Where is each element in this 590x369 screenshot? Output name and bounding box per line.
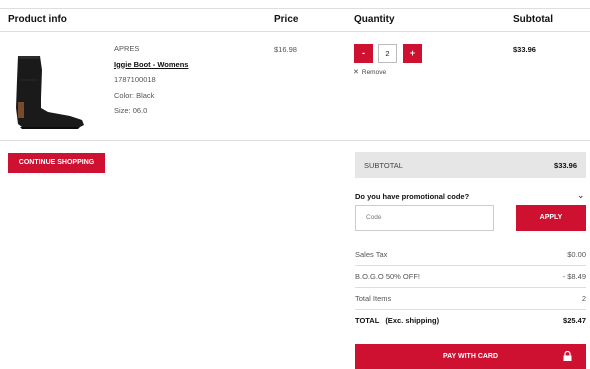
summary-row-label: Sales Tax xyxy=(355,250,388,259)
product-image[interactable] xyxy=(8,50,92,130)
quantity-input[interactable]: 2 xyxy=(378,44,397,63)
pay-label: PAY WITH CARD xyxy=(442,353,499,360)
pay-with-card-button[interactable]: PAY WITH CARD xyxy=(355,344,586,369)
product-price: $16.98 xyxy=(274,45,297,54)
remove-label: Remove xyxy=(361,69,387,76)
total-label: TOTAL xyxy=(355,316,380,325)
total-label-group: TOTAL (Exc. shipping) xyxy=(355,316,439,325)
subtotal-label: SUBTOTAL xyxy=(364,161,403,170)
summary-row-value: $0.00 xyxy=(567,250,586,259)
product-name-link[interactable]: Iggie Boot - Womens xyxy=(114,60,188,76)
product-sku: 1787100018 xyxy=(114,75,156,84)
subtotal-box: SUBTOTAL $33.96 xyxy=(355,152,586,178)
product-details: APRES Iggie Boot - Womens 1787100018 Col… xyxy=(114,44,188,122)
chevron-down-icon[interactable]: ⌄ xyxy=(577,190,585,201)
summary-row-value: - $8.49 xyxy=(562,272,586,281)
cart-table-header: Product info Price Quantity Subtotal xyxy=(0,8,590,32)
decrease-quantity-button[interactable]: - xyxy=(354,44,373,63)
subtotal-value: $33.96 xyxy=(554,161,577,170)
promo-code-input[interactable]: Code xyxy=(355,205,494,231)
summary-row-value: 2 xyxy=(581,294,586,303)
section-divider xyxy=(0,140,590,141)
close-icon: ✕ xyxy=(353,69,359,76)
summary-row-label: Total Items xyxy=(355,294,392,303)
line-subtotal: $33.96 xyxy=(513,45,536,54)
product-size: Size: 06.0 xyxy=(114,106,148,115)
promo-code-toggle[interactable]: Do you have promotional code? xyxy=(355,192,469,201)
header-price: Price xyxy=(274,14,299,25)
total-value: $25.47 xyxy=(563,316,586,325)
header-subtotal: Subtotal xyxy=(513,14,553,25)
header-product-info: Product info xyxy=(8,14,67,25)
product-brand: APRES xyxy=(114,44,140,53)
continue-shopping-button[interactable]: CONTINUE SHOPPING xyxy=(8,153,105,173)
summary-row-total: TOTAL (Exc. shipping) $25.47 xyxy=(355,310,586,332)
increase-quantity-button[interactable]: + xyxy=(403,44,422,63)
header-quantity: Quantity xyxy=(354,14,395,25)
summary-row-label: B.O.G.O 50% OFF! xyxy=(355,272,421,281)
product-color: Color: Black xyxy=(114,90,155,100)
summary-row-discount: B.O.G.O 50% OFF! - $8.49 xyxy=(355,266,586,288)
apply-code-button[interactable]: APPLY xyxy=(516,205,586,231)
summary-row-total-items: Total Items 2 xyxy=(355,288,586,310)
total-note: (Exc. shipping) xyxy=(385,316,440,325)
summary-row-sales-tax: Sales Tax $0.00 xyxy=(355,244,586,266)
remove-item-link[interactable]: ✕ Remove xyxy=(353,68,386,76)
lock-icon xyxy=(563,351,572,361)
